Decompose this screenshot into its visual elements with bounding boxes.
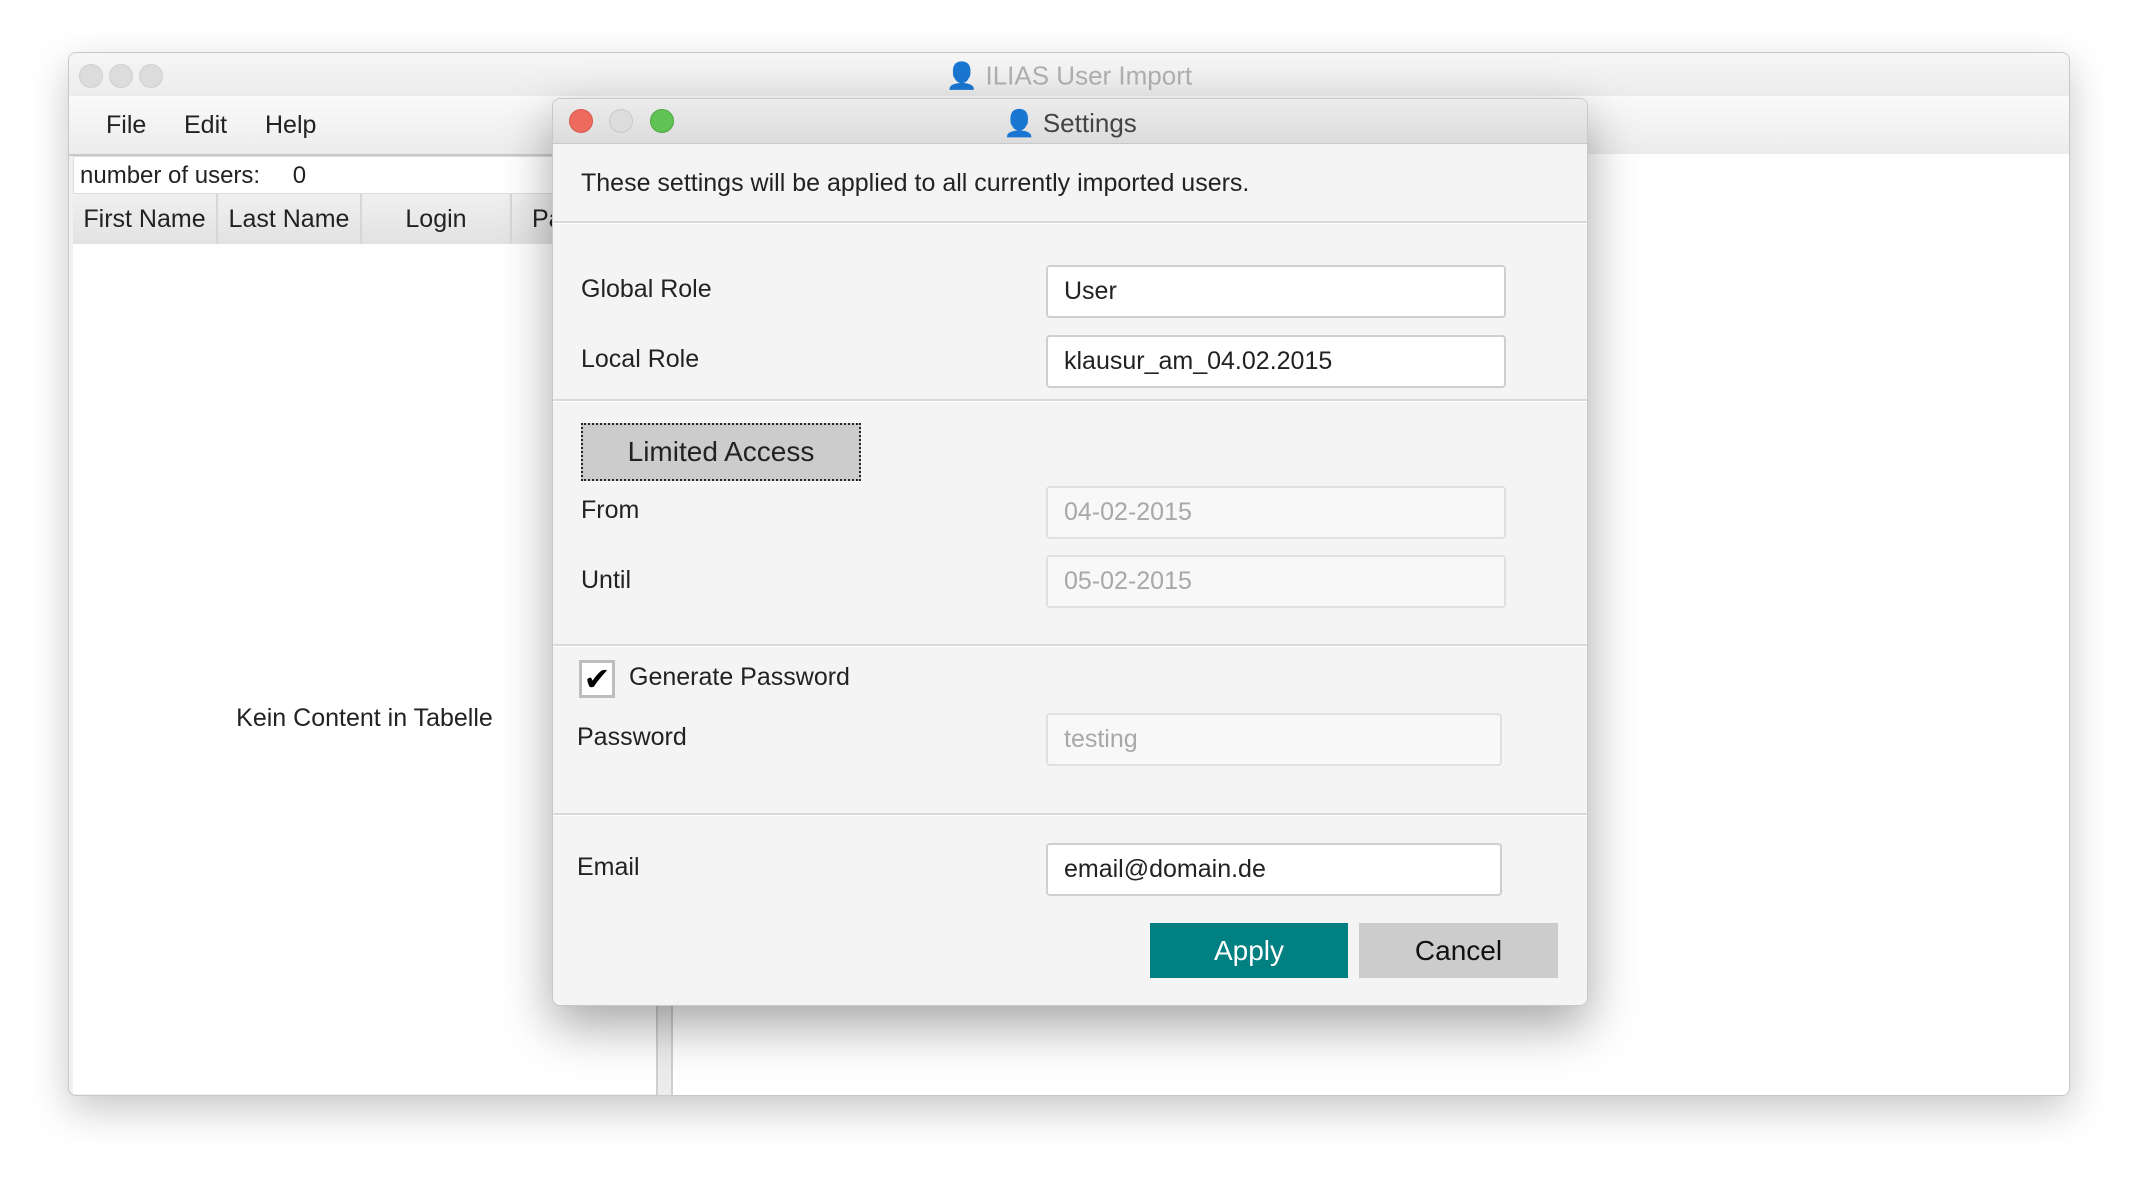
user-gear-icon: 👤 xyxy=(1003,108,1036,139)
dialog-title: 👤 Settings xyxy=(1003,108,1137,139)
user-gear-icon: 👤 xyxy=(945,60,979,91)
dialog-description: These settings will be applied to all cu… xyxy=(581,169,1250,197)
dialog-titlebar: 👤 Settings xyxy=(553,99,1587,144)
password-label: Password xyxy=(577,723,687,751)
generate-password-label[interactable]: Generate Password xyxy=(629,663,850,692)
from-label: From xyxy=(581,496,640,524)
user-count-value: 0 xyxy=(292,162,307,189)
menu-edit[interactable]: Edit xyxy=(184,96,227,154)
column-last-name[interactable]: Last Name xyxy=(218,194,362,244)
apply-button[interactable]: Apply xyxy=(1150,923,1348,978)
main-titlebar: 👤 ILIAS User Import xyxy=(69,53,2069,97)
email-label: Email xyxy=(577,853,640,881)
local-role-label: Local Role xyxy=(581,345,700,373)
limited-access-button[interactable]: Limited Access xyxy=(581,423,861,481)
user-count-label: number of users: xyxy=(80,162,261,189)
global-role-input[interactable]: User xyxy=(1046,265,1506,318)
global-role-label: Global Role xyxy=(581,275,712,303)
menu-help[interactable]: Help xyxy=(265,96,316,154)
column-first-name[interactable]: First Name xyxy=(73,194,218,244)
until-date-input[interactable]: 05-02-2015 xyxy=(1046,555,1506,608)
divider xyxy=(553,221,1587,224)
generate-password-checkbox[interactable]: ✔ xyxy=(579,660,615,698)
main-title: 👤 ILIAS User Import xyxy=(945,60,1193,91)
column-login[interactable]: Login xyxy=(362,194,512,244)
password-input[interactable]: testing xyxy=(1046,713,1502,766)
email-input[interactable]: email@domain.de xyxy=(1046,843,1502,896)
menu-file[interactable]: File xyxy=(106,96,146,154)
divider xyxy=(553,813,1587,816)
until-label: Until xyxy=(581,566,632,594)
from-date-input[interactable]: 04-02-2015 xyxy=(1046,486,1506,539)
divider xyxy=(553,399,1587,402)
settings-dialog: 👤 Settings These settings will be applie… xyxy=(552,98,1588,1006)
cancel-button[interactable]: Cancel xyxy=(1359,923,1558,978)
divider xyxy=(553,644,1587,647)
checkmark-icon: ✔ xyxy=(583,661,611,697)
local-role-input[interactable]: klausur_am_04.02.2015 xyxy=(1046,335,1506,388)
